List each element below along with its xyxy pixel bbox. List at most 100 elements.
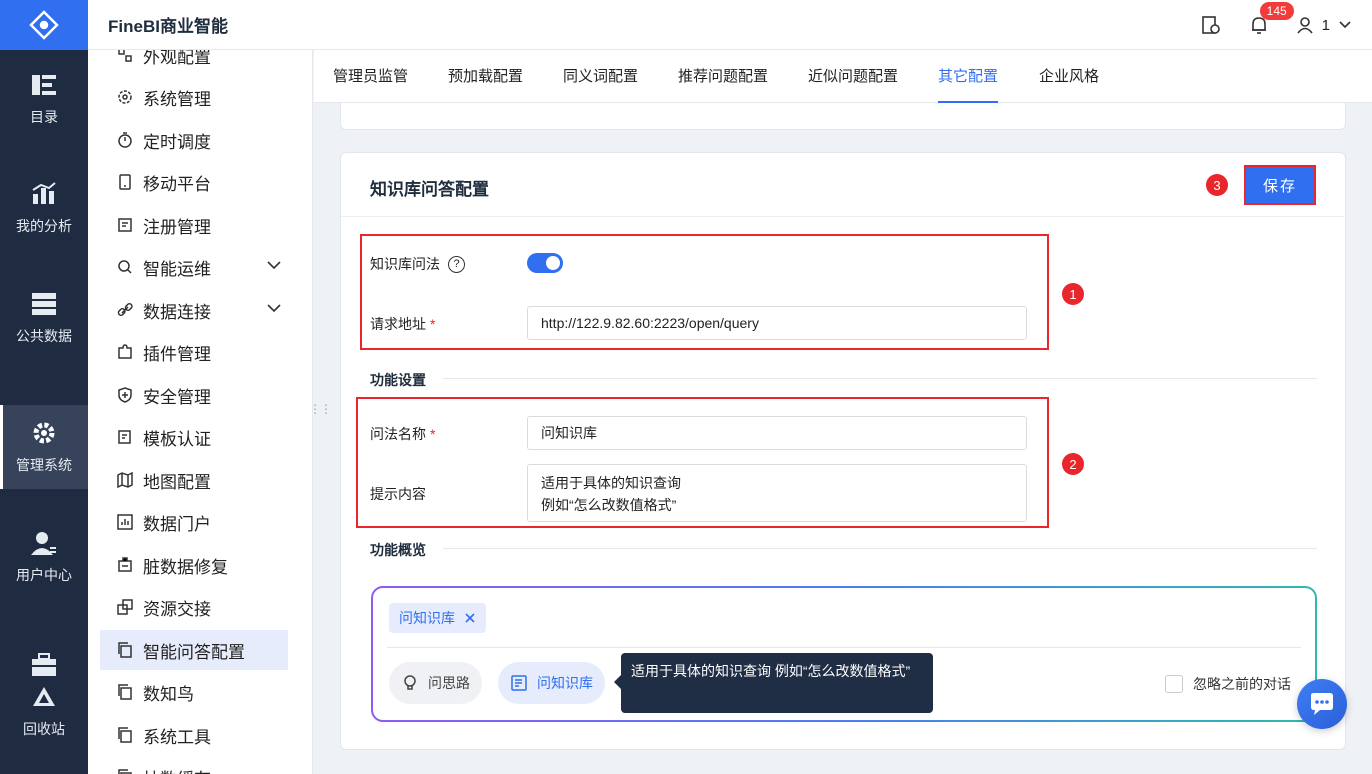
- brand-title: FineBI商业智能: [108, 17, 228, 36]
- rail-item-recycle[interactable]: 回收站: [0, 625, 88, 765]
- subnav-item-security[interactable]: 安全管理: [100, 375, 288, 415]
- subnav-item-data-connection[interactable]: 数据连接: [100, 290, 288, 330]
- user-icon: [30, 529, 58, 557]
- divider: [341, 216, 1347, 217]
- link-icon: [116, 301, 134, 319]
- pill-label: 问思路: [428, 675, 470, 691]
- pill-think-button[interactable]: 问思路: [389, 662, 482, 704]
- rail-item-public-data[interactable]: 公共数据: [0, 276, 88, 360]
- help-icon[interactable]: ?: [448, 255, 465, 273]
- close-icon[interactable]: [464, 612, 476, 624]
- tab-recommend[interactable]: 推荐问题配置: [678, 50, 768, 103]
- hint-content-textarea[interactable]: 适用于具体的知识查询 例如“怎么改数值格式”: [527, 464, 1027, 522]
- puzzle-icon: [116, 343, 134, 361]
- subnav-label: 脏数据修复: [143, 557, 228, 577]
- app-logo[interactable]: [0, 0, 88, 50]
- chat-bubble-icon: [1311, 693, 1333, 715]
- subnav-item-register[interactable]: 注册管理: [100, 205, 288, 245]
- hint-line-1: 适用于具体的知识查询: [541, 475, 681, 491]
- subnav-item-system-tools[interactable]: 系统工具: [100, 715, 288, 755]
- subnav-item-extract-cache[interactable]: 抽数缓存: [100, 757, 288, 774]
- chat-assistant-button[interactable]: [1297, 679, 1347, 729]
- chevron-down-icon: [1339, 21, 1351, 29]
- subnav-item-appearance[interactable]: 外观配置: [100, 50, 288, 75]
- subnav-item-handover[interactable]: 资源交接: [100, 587, 288, 627]
- subnav-item-map[interactable]: 地图配置: [100, 460, 288, 500]
- hint-line-2: 例如“怎么改数值格式”: [541, 497, 677, 513]
- request-url-input[interactable]: http://122.9.82.60:2223/open/query: [527, 306, 1027, 340]
- subnav-item-system[interactable]: 系统管理: [100, 77, 288, 117]
- shield-icon: [116, 386, 134, 404]
- recycle-icon: [30, 683, 58, 711]
- subnav-item-data-portal[interactable]: 数据门户: [100, 502, 288, 542]
- step-marker-2: 2: [1062, 453, 1084, 475]
- subnav-label: 抽数缓存: [143, 765, 211, 774]
- kb-toggle-switch[interactable]: [527, 253, 563, 273]
- rail-item-catalog[interactable]: 目录: [0, 57, 88, 141]
- admin-subnav: 外观配置 系统管理 定时调度 移动平台 注册管理 智能运维 数据连接 插件管理 …: [88, 50, 313, 774]
- subnav-item-shuzhiniao[interactable]: 数知鸟: [100, 672, 288, 712]
- subnav-label: 外观配置: [143, 50, 211, 67]
- name-label-text: 问法名称: [370, 426, 426, 442]
- rail-item-admin[interactable]: 管理系统: [0, 405, 88, 489]
- tab-synonyms[interactable]: 同义词配置: [563, 50, 638, 103]
- rail-item-user-center[interactable]: 用户中心: [0, 515, 88, 599]
- section-overview: 功能概览: [370, 542, 426, 558]
- database-icon: [30, 290, 58, 318]
- settings-icon: [116, 88, 134, 106]
- subnav-item-dirty-data[interactable]: 脏数据修复: [100, 545, 288, 585]
- document-icon: [511, 675, 527, 691]
- catalog-icon: [30, 71, 58, 99]
- ops-icon: [116, 258, 134, 276]
- subnav-label: 插件管理: [143, 344, 211, 364]
- subnav-item-ops[interactable]: 智能运维: [100, 247, 288, 287]
- chevron-down-icon[interactable]: [266, 302, 282, 314]
- tab-preload[interactable]: 预加载配置: [448, 50, 523, 103]
- step-marker-1: 1: [1062, 283, 1084, 305]
- pill-label: 问知识库: [537, 675, 593, 691]
- resize-handle-icon[interactable]: ⋮⋮: [309, 402, 332, 416]
- ignore-history-checkbox[interactable]: [1165, 675, 1183, 693]
- url-label: 请求地址 *: [370, 314, 435, 334]
- chevron-down-icon[interactable]: [266, 259, 282, 271]
- subnav-label: 定时调度: [143, 132, 211, 152]
- notification-bell-icon[interactable]: 145: [1248, 2, 1294, 36]
- subnav-item-plugins[interactable]: 插件管理: [100, 332, 288, 372]
- subnav-item-mobile[interactable]: 移动平台: [100, 162, 288, 202]
- ignore-history-option[interactable]: 忽略之前的对话: [1165, 674, 1291, 694]
- settings-doc-icon[interactable]: [1200, 14, 1222, 36]
- hint-label: 提示内容: [370, 486, 426, 502]
- rail-item-analysis[interactable]: 我的分析: [0, 166, 88, 250]
- subnav-label: 地图配置: [143, 472, 211, 492]
- notification-badge: 145: [1259, 2, 1294, 20]
- card-title: 知识库问答配置: [370, 180, 489, 199]
- copy-icon: [116, 641, 134, 659]
- subnav-item-smart-qa[interactable]: 智能问答配置: [100, 630, 288, 670]
- previous-card: [340, 103, 1346, 130]
- register-icon: [116, 216, 134, 234]
- subnav-label: 注册管理: [143, 217, 211, 237]
- tab-admin-monitor[interactable]: 管理员监管: [333, 50, 408, 103]
- tab-other[interactable]: 其它配置: [938, 50, 999, 103]
- pill-kb-button[interactable]: 问知识库: [498, 662, 605, 704]
- subnav-item-schedule[interactable]: 定时调度: [100, 120, 288, 160]
- user-menu[interactable]: 1: [1296, 16, 1352, 34]
- question-name-input[interactable]: 问知识库: [527, 416, 1027, 450]
- tab-enterprise-style[interactable]: 企业风格: [1039, 50, 1099, 103]
- chip-label: 问知识库: [399, 610, 455, 626]
- name-label: 问法名称 *: [370, 424, 435, 444]
- save-button[interactable]: 保存: [1244, 165, 1316, 205]
- repair-icon: [116, 556, 134, 574]
- step-marker-3: 3: [1206, 174, 1228, 196]
- rail-label: 目录: [30, 109, 58, 125]
- subnav-label: 智能问答配置: [143, 642, 245, 662]
- subnav-label: 系统管理: [143, 89, 211, 109]
- tab-similar[interactable]: 近似问题配置: [808, 50, 898, 103]
- section-divider: [443, 378, 1317, 379]
- subnav-item-template-cert[interactable]: 模板认证: [100, 417, 288, 457]
- selected-mode-chip[interactable]: 问知识库: [389, 603, 486, 633]
- subnav-label: 数知鸟: [143, 684, 194, 704]
- copy-icon: [116, 768, 134, 774]
- gear-icon: [30, 419, 58, 447]
- appearance-icon: [116, 50, 134, 64]
